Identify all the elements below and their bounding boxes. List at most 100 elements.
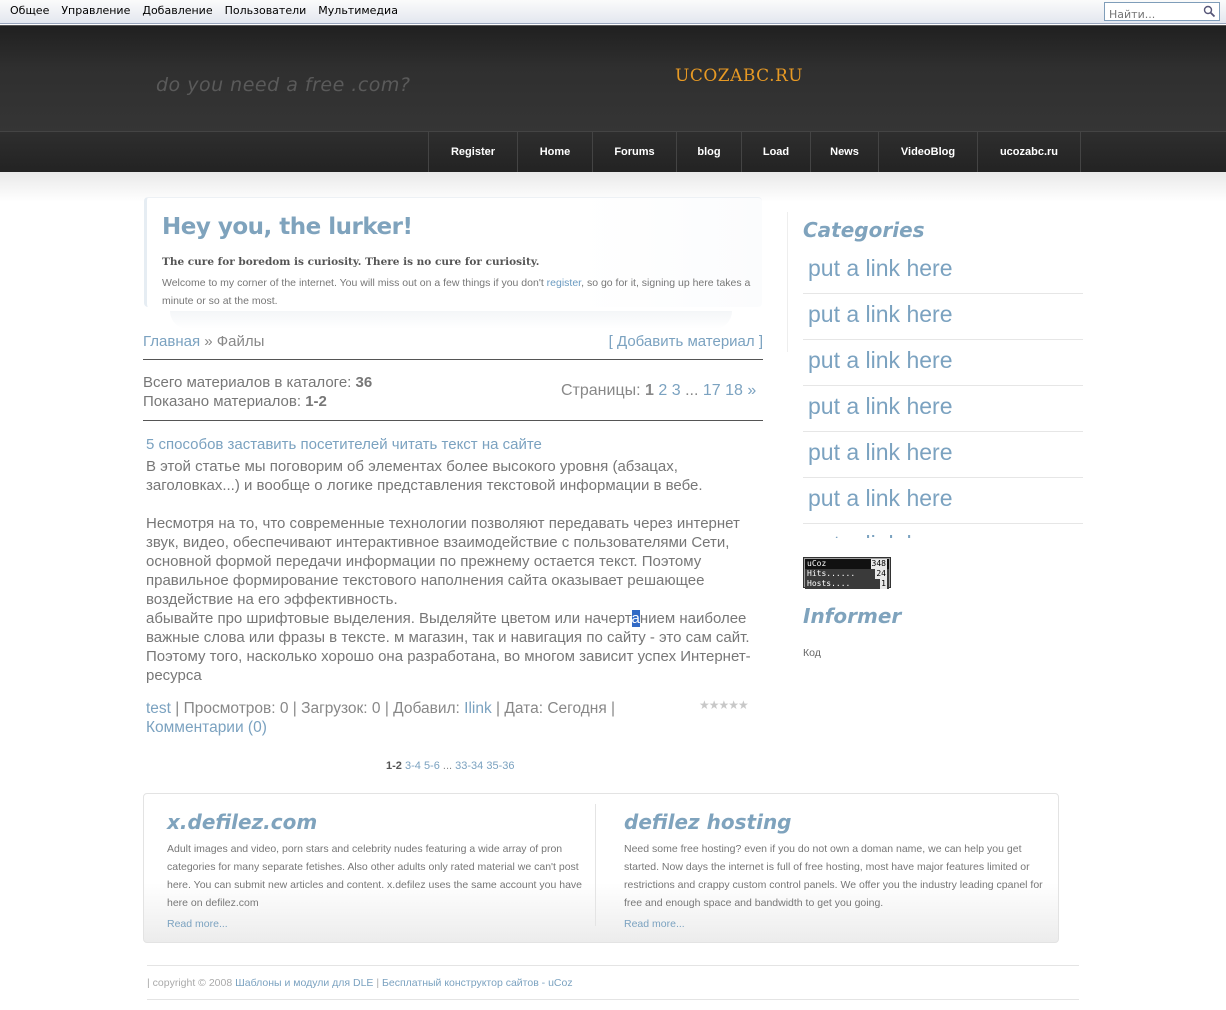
- counter-hits-label: Hits......: [807, 569, 856, 578]
- article-views: | Просмотров: 0 | Загрузок: 0 | Добавил:: [170, 700, 465, 717]
- article-comments[interactable]: Комментарии (0): [146, 719, 267, 736]
- category-link[interactable]: put a link here: [803, 432, 1083, 478]
- total-count: 36: [355, 374, 373, 391]
- promo-text-2: Need some free hosting? even if you do n…: [624, 843, 1043, 909]
- nav-news[interactable]: News: [810, 132, 878, 172]
- welcome-box: Hey you, the lurker! The cure for boredo…: [144, 197, 762, 307]
- article-title[interactable]: 5 способов заставить посетителей читать …: [146, 436, 542, 453]
- pager-link[interactable]: 35-36: [486, 760, 514, 772]
- footer-link-dle[interactable]: Шаблоны и модули для DLE: [235, 977, 373, 989]
- shown-count: 1-2: [305, 393, 327, 410]
- article-para-3-a: абывайте про шрифтовые выделения. Выделя…: [146, 610, 632, 627]
- catalog-stats: Всего материалов в каталоге: 36 Показано…: [143, 373, 372, 411]
- informer-title: Informer: [803, 604, 902, 628]
- nav-ucozabc[interactable]: ucozabc.ru: [977, 132, 1081, 172]
- promo-title-2: defilez hosting: [624, 810, 792, 834]
- page-current: 1: [645, 382, 654, 399]
- divider: [143, 359, 763, 360]
- admin-bar: Общее Управление Добавление Пользователи…: [0, 0, 1226, 24]
- categories-title: Categories: [803, 218, 925, 242]
- counter-brand: uCoz: [807, 559, 827, 568]
- tagline: do you need a free .com?: [156, 74, 411, 96]
- category-link[interactable]: put a link here: [803, 248, 1083, 294]
- nav-home[interactable]: Home: [517, 132, 592, 172]
- category-link[interactable]: put a link here: [803, 294, 1083, 340]
- nav-load[interactable]: Load: [741, 132, 810, 172]
- add-material-link[interactable]: [ Добавить материал ]: [609, 333, 763, 350]
- page-link-3[interactable]: 3: [672, 382, 681, 399]
- footer: | copyright © 2008 Шаблоны и модули для …: [147, 965, 1079, 1000]
- sidebar-divider: [787, 212, 788, 352]
- article-category[interactable]: test: [146, 700, 171, 717]
- article-para-3: абывайте про шрифтовые выделения. Выделя…: [146, 609, 761, 685]
- breadcrumb: Главная » Файлы [ Добавить материал ]: [143, 333, 763, 350]
- pager-link[interactable]: 33-34: [455, 760, 483, 772]
- article-date: | Дата: Сегодня |: [491, 700, 616, 717]
- promo-box: x.defilez.com Adult images and video, po…: [143, 793, 1059, 943]
- ucoz-counter[interactable]: uCoz 348 Hits...... 24 Hosts.... 1: [803, 557, 891, 589]
- pages-label: Страницы:: [561, 382, 646, 399]
- counter-hits: 24: [875, 569, 887, 579]
- admin-menu-media[interactable]: Мультимедиа: [312, 4, 404, 17]
- page-link-2[interactable]: 2: [658, 382, 667, 399]
- admin-menu-add[interactable]: Добавление: [136, 4, 218, 17]
- footer-link-ucoz[interactable]: Бесплатный конструктор сайтов - uCoz: [382, 977, 573, 989]
- welcome-text-before: Welcome to my corner of the internet. Yo…: [162, 277, 547, 289]
- breadcrumb-separator: »: [200, 333, 217, 350]
- article-body: В этой статье мы поговорим об элементах …: [146, 457, 761, 685]
- article-meta: test | Просмотров: 0 | Загрузок: 0 | Доб…: [146, 699, 676, 737]
- welcome-quote: The cure for boredom is curiosity. There…: [162, 256, 540, 268]
- category-link[interactable]: put a link here: [803, 524, 1083, 538]
- search-box: [1104, 2, 1220, 23]
- pager-link[interactable]: 5-6: [424, 760, 440, 772]
- counter-hosts-label: Hosts....: [807, 579, 851, 588]
- search-icon[interactable]: [1203, 5, 1216, 18]
- page-link-18[interactable]: 18: [725, 382, 743, 399]
- nav-forums[interactable]: Forums: [592, 132, 676, 172]
- counter-total: 348: [870, 559, 887, 569]
- footer-copyright: | copyright © 2008: [147, 977, 236, 989]
- read-more-link-2[interactable]: Read more...: [624, 918, 685, 930]
- pager-current: 1-2: [386, 760, 402, 772]
- category-link[interactable]: put a link here: [803, 340, 1083, 386]
- pager-dots: ...: [442, 760, 453, 772]
- article-author[interactable]: Ilink: [464, 700, 492, 717]
- nav-videoblog[interactable]: VideoBlog: [878, 132, 977, 172]
- rating-stars[interactable]: ★★★★★: [699, 698, 749, 712]
- promo-text-1: Adult images and video, porn stars and c…: [167, 843, 583, 909]
- promo-column-1: x.defilez.com Adult images and video, po…: [167, 810, 597, 931]
- search-input[interactable]: [1105, 6, 1201, 23]
- footer-sep: |: [373, 977, 382, 989]
- promo-column-2: defilez hosting Need some free hosting? …: [624, 810, 1054, 931]
- article-para-1: В этой статье мы поговорим об элементах …: [146, 458, 703, 494]
- admin-menu-users[interactable]: Пользователи: [219, 4, 313, 17]
- page-link-17[interactable]: 17: [703, 382, 721, 399]
- shown-label: Показано материалов:: [143, 393, 306, 410]
- breadcrumb-home[interactable]: Главная: [143, 333, 200, 350]
- admin-menu-manage[interactable]: Управление: [55, 4, 136, 17]
- read-more-link-1[interactable]: Read more...: [167, 918, 228, 930]
- pager-link[interactable]: 3-4: [405, 760, 421, 772]
- category-links: put a link here put a link here put a li…: [803, 248, 1083, 538]
- nav-register[interactable]: Register: [428, 132, 517, 172]
- welcome-title: Hey you, the lurker!: [162, 214, 413, 240]
- article-para-2: Несмотря на то, что современные технолог…: [146, 515, 740, 608]
- text-selection: а: [631, 610, 640, 627]
- nav-blog[interactable]: blog: [676, 132, 741, 172]
- counter-hosts: 1: [880, 579, 887, 589]
- promo-divider: [595, 804, 596, 926]
- category-link[interactable]: put a link here: [803, 478, 1083, 524]
- welcome-text: Welcome to my corner of the internet. Yo…: [162, 274, 762, 310]
- site-header: do you need a free .com? UCOZABC.RU: [0, 25, 1226, 131]
- admin-menu-general[interactable]: Общее: [4, 4, 55, 17]
- site-name[interactable]: UCOZABC.RU: [675, 66, 803, 86]
- main-nav: Register Home Forums blog Load News Vide…: [0, 131, 1226, 172]
- breadcrumb-current: Файлы: [216, 333, 265, 350]
- welcome-shadow: [170, 311, 732, 329]
- category-link[interactable]: put a link here: [803, 386, 1083, 432]
- register-link[interactable]: register: [547, 277, 581, 289]
- informer-code: Код: [803, 647, 821, 659]
- promo-title-1: x.defilez.com: [167, 810, 318, 834]
- total-label: Всего материалов в каталоге:: [143, 374, 356, 391]
- page-next[interactable]: »: [747, 382, 756, 399]
